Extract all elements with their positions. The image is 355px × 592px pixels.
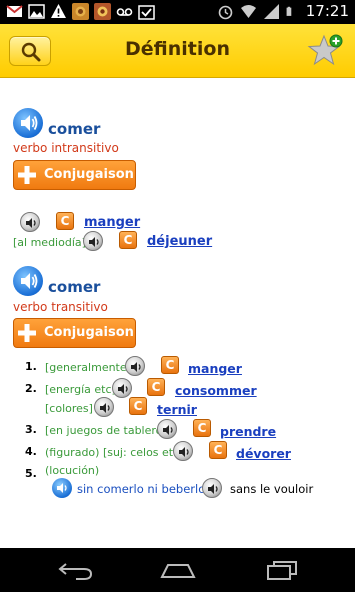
translation-link[interactable]: manger <box>188 361 242 376</box>
search-icon <box>21 42 41 62</box>
conjugation-button[interactable]: Conjugaison <box>13 160 136 190</box>
back-button[interactable] <box>56 558 96 582</box>
signal-icon <box>263 3 279 19</box>
app-header: Définition <box>0 24 355 78</box>
battery-icon <box>286 6 292 16</box>
speaker-icon[interactable] <box>20 212 40 232</box>
locution-translation: sans le vouloir <box>230 482 314 496</box>
definition-content: comer verbo intransitivo Conjugaison C m… <box>0 78 355 548</box>
speaker-icon[interactable] <box>52 478 72 498</box>
app-icon-2 <box>94 3 111 20</box>
system-nav-bar <box>0 548 355 592</box>
sense-number: 5. <box>25 467 37 480</box>
warning-icon <box>51 4 66 18</box>
gmail-icon <box>6 5 23 17</box>
conjugation-label: Conjugaison <box>44 325 134 340</box>
speaker-icon[interactable] <box>202 478 222 498</box>
context-label: [energía etc] <box>45 383 116 396</box>
alarm-icon <box>218 5 233 19</box>
recent-apps-icon <box>267 561 297 580</box>
speaker-icon[interactable] <box>83 231 103 251</box>
speaker-icon[interactable] <box>13 108 43 138</box>
translation-link[interactable]: ternir <box>157 402 197 417</box>
back-icon <box>58 563 93 580</box>
conjugate-c-button[interactable]: C <box>161 356 179 374</box>
speaker-icon[interactable] <box>112 378 132 398</box>
conjugate-c-button[interactable]: C <box>129 397 147 415</box>
speaker-icon[interactable] <box>157 419 177 439</box>
context-label: [colores] <box>45 402 93 415</box>
download-done-icon <box>138 5 155 20</box>
search-button[interactable] <box>9 36 51 66</box>
sense-number: 4. <box>25 445 37 458</box>
translation-link[interactable]: prendre <box>220 424 276 439</box>
context-label: (figurado) [suj: celos etc] <box>45 446 184 459</box>
conjugate-c-button[interactable]: C <box>119 231 137 249</box>
home-button[interactable] <box>158 558 198 582</box>
conjugation-button[interactable]: Conjugaison <box>13 318 136 348</box>
status-bar: 17:21 <box>0 0 355 24</box>
star-add-icon <box>307 34 343 66</box>
headword: comer <box>48 120 101 138</box>
conjugate-c-button[interactable]: C <box>147 378 165 396</box>
translation-link[interactable]: dévorer <box>236 446 291 461</box>
part-of-speech: verbo intransitivo <box>13 141 119 155</box>
page-title: Définition <box>125 38 230 60</box>
locution-label: (locución) <box>45 464 100 477</box>
voicemail-icon <box>116 8 133 16</box>
part-of-speech: verbo transitivo <box>13 300 108 314</box>
speaker-icon[interactable] <box>94 397 114 417</box>
translation-link[interactable]: déjeuner <box>147 234 212 249</box>
headword: comer <box>48 278 101 296</box>
sense-number: 2. <box>25 382 37 395</box>
plus-icon <box>18 166 36 184</box>
context-label: [al mediodía] <box>13 236 86 249</box>
speaker-icon[interactable] <box>173 441 193 461</box>
context-label: [generalmente] <box>45 361 131 374</box>
speaker-icon[interactable] <box>13 266 43 296</box>
locution-text: sin comerlo ni beberlo <box>77 482 206 496</box>
app-icon <box>72 3 89 20</box>
plus-icon <box>18 324 36 342</box>
recent-apps-button[interactable] <box>262 558 302 582</box>
image-icon <box>28 4 45 19</box>
translation-link[interactable]: consommer <box>175 383 257 398</box>
speaker-icon[interactable] <box>125 356 145 376</box>
add-favorite-button[interactable] <box>307 32 345 70</box>
conjugate-c-button[interactable]: C <box>209 441 227 459</box>
conjugate-c-button[interactable]: C <box>56 212 74 230</box>
wifi-icon <box>240 4 256 18</box>
clock: 17:21 <box>305 2 349 20</box>
conjugate-c-button[interactable]: C <box>193 419 211 437</box>
translation-link[interactable]: manger <box>84 215 140 230</box>
conjugation-label: Conjugaison <box>44 167 134 182</box>
context-label: [en juegos de tablero] <box>45 424 167 437</box>
sense-number: 1. <box>25 360 37 373</box>
home-icon <box>160 564 196 578</box>
sense-number: 3. <box>25 423 37 436</box>
